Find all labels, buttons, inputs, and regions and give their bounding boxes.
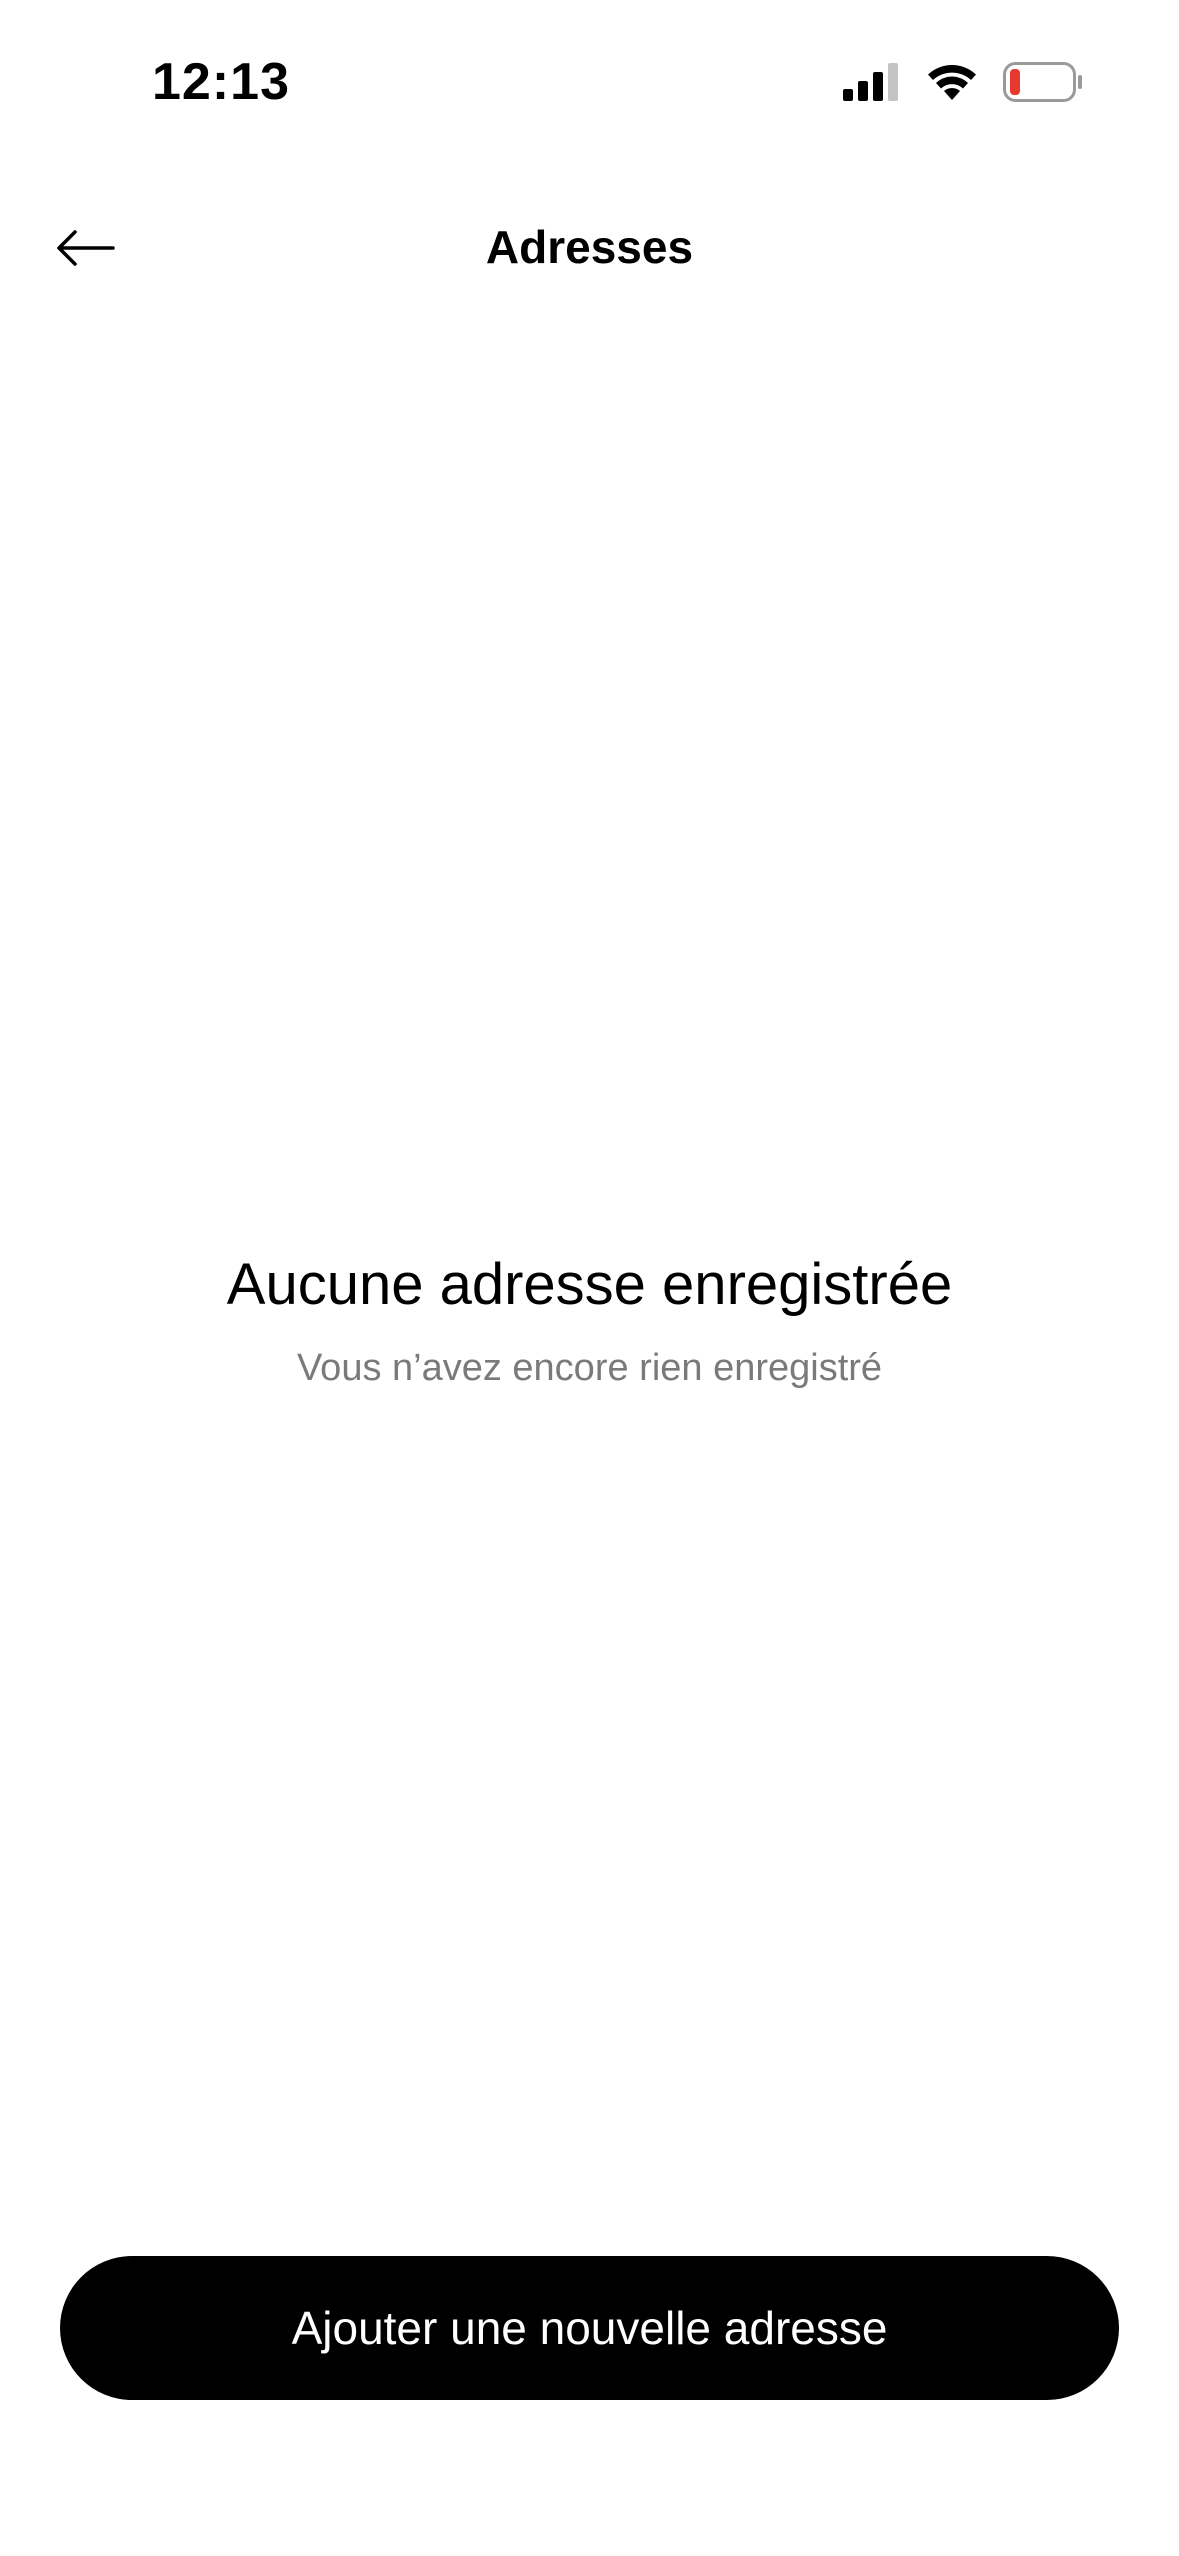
status-bar: 12:13 [0,0,1179,170]
add-address-button[interactable]: Ajouter une nouvelle adresse [60,2256,1119,2400]
page-title: Adresses [485,221,694,273]
empty-state: Aucune adresse enregistrée Vous n’avez e… [0,1245,1179,1393]
nav-bar: Adresses [0,190,1179,310]
battery-icon [1003,62,1083,102]
empty-state-title: Aucune adresse enregistrée [226,1252,953,1317]
addresses-screen: 12:13 Adresses Aucune adresse enregistré… [0,0,1179,2556]
wifi-icon [925,62,979,102]
status-icons [843,62,1083,102]
signal-icon [843,63,901,101]
status-time: 12:13 [152,53,290,111]
empty-state-subtitle: Vous n’avez encore rien enregistré [296,1347,883,1389]
